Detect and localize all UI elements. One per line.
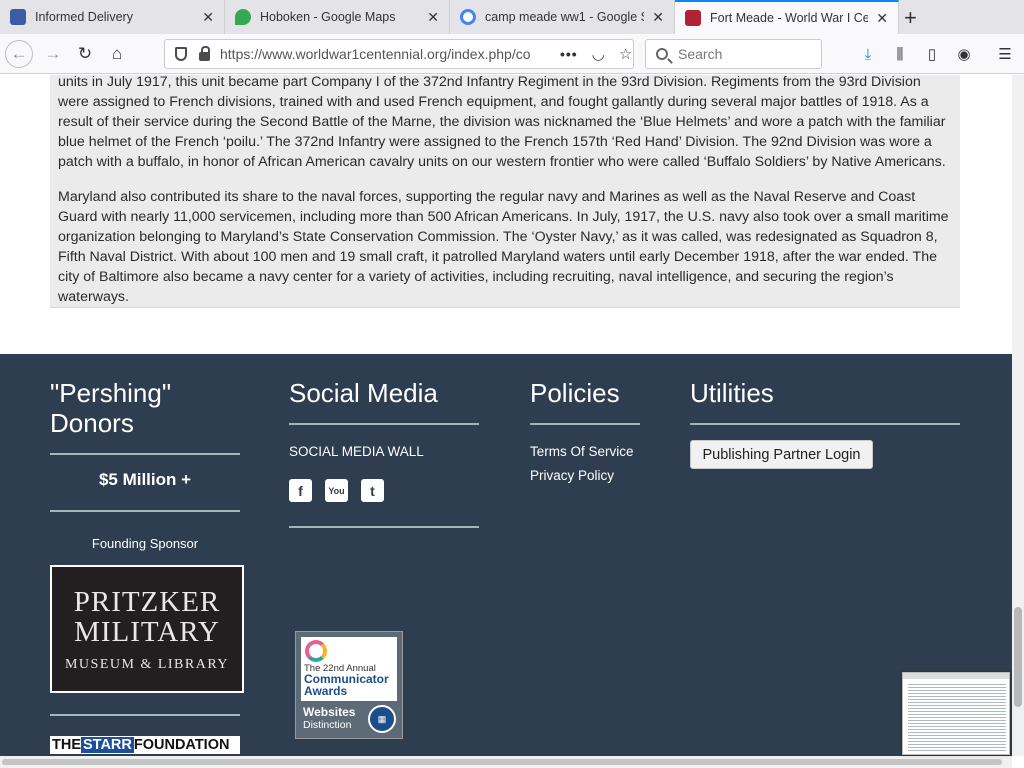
youtube-icon[interactable]: You (325, 479, 348, 502)
site-footer: "Pershing" Donors $5 Million + Founding … (0, 354, 1012, 756)
horizontal-scroll-thumb[interactable] (2, 759, 1002, 765)
article-paragraph: Maryland also contributed its share to t… (58, 189, 949, 305)
tab-fort-meade[interactable]: Fort Meade - World War I Cente ✕ (675, 0, 899, 34)
account-icon[interactable]: ◉ (954, 44, 974, 64)
donor-amount: $5 Million + (98, 470, 192, 489)
lock-icon[interactable] (199, 45, 210, 61)
new-tab-icon[interactable]: + (904, 5, 917, 31)
founding-sponsor-label: Founding Sponsor (91, 536, 199, 551)
divider (50, 453, 240, 455)
sidebar-icon[interactable]: ▯ (922, 44, 942, 64)
search-input[interactable]: Search (645, 39, 822, 69)
ww1-favicon-icon (685, 10, 701, 26)
close-tab-icon[interactable]: ✕ (652, 9, 664, 26)
pocket-icon[interactable]: ◡ (592, 45, 605, 63)
award-text: Communicator Awards (304, 672, 389, 698)
back-arrow-icon[interactable]: ← (5, 40, 33, 68)
library-icon[interactable]: ⫼ (890, 44, 910, 64)
starr-foundation-logo[interactable]: THE STARR FOUNDATION (50, 736, 240, 754)
award-text: Websites (303, 705, 356, 719)
pritzker-logo[interactable]: PRITZKER MILITARY MUSEUM & LIBRARY (50, 565, 244, 693)
logo-text: MUSEUM & LIBRARY (64, 657, 230, 672)
horizontal-scrollbar[interactable] (0, 756, 1012, 768)
tab-google-search[interactable]: camp meade ww1 - Google Sea ✕ (450, 0, 675, 34)
page-preview-thumbnail[interactable] (902, 672, 1010, 755)
url-text[interactable]: https://www.worldwar1centennial.org/inde… (220, 46, 546, 62)
forward-arrow-icon[interactable]: → (39, 40, 67, 68)
donors-heading-line: Donors (50, 408, 134, 438)
page-actions-icon[interactable]: ••• (560, 46, 578, 62)
search-placeholder: Search (678, 46, 723, 62)
award-seal-icon: ▦ (368, 705, 396, 733)
article-paragraph: units in July 1917, this unit became par… (58, 75, 946, 170)
vertical-scrollbar[interactable] (1012, 75, 1024, 756)
award-text: Distinction (303, 719, 352, 731)
utilities-heading: Utilities (690, 378, 774, 408)
facebook-icon[interactable]: f (289, 479, 312, 502)
close-tab-icon[interactable]: ✕ (202, 9, 214, 26)
tab-informed-delivery[interactable]: Informed Delivery ✕ (0, 0, 225, 34)
privacy-policy-link[interactable]: Privacy Policy (530, 468, 614, 483)
logo-text: MILITARY (74, 616, 220, 648)
article-body: units in July 1917, this unit became par… (50, 75, 960, 308)
publishing-partner-login-button[interactable]: Publishing Partner Login (690, 440, 873, 469)
donors-heading: "Pershing" Donors (50, 378, 171, 438)
tracking-shield-icon[interactable] (175, 47, 187, 61)
tab-title: Hoboken - Google Maps (260, 10, 396, 24)
divider (289, 526, 479, 528)
tab-google-maps[interactable]: Hoboken - Google Maps ✕ (225, 0, 450, 34)
google-favicon-icon (460, 9, 476, 25)
logo-text: PRITZKER (73, 586, 221, 618)
social-media-wall-link[interactable]: SOCIAL MEDIA WALL (289, 444, 424, 459)
tab-strip: Informed Delivery ✕ Hoboken - Google Map… (0, 0, 1024, 34)
divider (530, 423, 640, 425)
thumbnail-header (903, 673, 1009, 679)
maps-favicon-icon (235, 9, 251, 25)
tab-title: Informed Delivery (35, 10, 133, 24)
vertical-scroll-thumb[interactable] (1014, 607, 1022, 707)
downloads-icon[interactable]: ⤓ (858, 44, 878, 64)
twitter-icon[interactable]: t (361, 479, 384, 502)
logo-text: STARR (81, 737, 134, 753)
navigation-bar: ← → ↻ ⌂ https://www.worldwar1centennial.… (0, 34, 1024, 74)
search-icon (656, 48, 668, 60)
reload-icon[interactable]: ↻ (71, 40, 99, 68)
divider (50, 714, 240, 716)
thumbnail-text (908, 682, 1006, 752)
award-logo-icon (305, 640, 327, 662)
tab-title: Fort Meade - World War I Cente (710, 11, 869, 25)
donors-heading-line: "Pershing" (50, 378, 172, 408)
terms-of-service-link[interactable]: Terms Of Service (530, 444, 634, 459)
logo-text: THE (52, 737, 81, 753)
close-tab-icon[interactable]: ✕ (876, 10, 888, 27)
page-content: units in July 1917, this unit became par… (0, 75, 1012, 756)
divider (690, 423, 960, 425)
divider (289, 423, 479, 425)
divider (50, 510, 240, 512)
bookmark-star-icon[interactable]: ☆ (619, 45, 632, 63)
home-icon[interactable]: ⌂ (103, 40, 131, 68)
communicator-award-badge[interactable]: The 22nd Annual Communicator Awards Webs… (295, 631, 403, 739)
close-tab-icon[interactable]: ✕ (427, 9, 439, 26)
tab-title: camp meade ww1 - Google Sea (485, 10, 644, 24)
policies-heading: Policies (530, 378, 620, 408)
menu-icon[interactable]: ☰ (995, 44, 1015, 64)
url-bar[interactable]: https://www.worldwar1centennial.org/inde… (164, 39, 634, 69)
social-heading: Social Media (289, 378, 438, 408)
usps-favicon-icon (10, 9, 26, 25)
logo-text: FOUNDATION (133, 737, 230, 753)
